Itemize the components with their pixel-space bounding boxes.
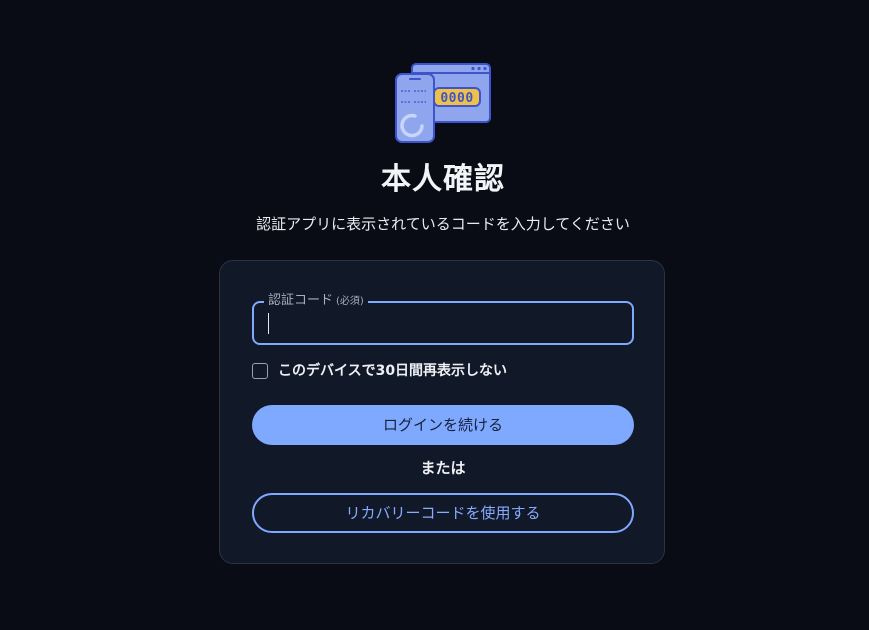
auth-code-label-text: 認証コード [268, 293, 334, 308]
page-title: 本人確認 [381, 162, 505, 197]
or-separator: または [420, 459, 466, 477]
phone-and-browser-code-icon: 0000 [395, 63, 491, 143]
use-recovery-code-button[interactable]: リカバリーコードを使用する [252, 493, 634, 533]
svg-text:0000: 0000 [440, 91, 473, 106]
auth-code-input[interactable] [266, 309, 616, 337]
remember-device-checkbox[interactable] [252, 363, 268, 379]
auth-code-field[interactable]: 認証コード (必須) [252, 292, 634, 345]
verification-page: 0000 本人確認 認証アプリに表示されているコードを入力してください 認証コー… [0, 0, 869, 630]
required-indicator: (必須) [336, 296, 364, 307]
verification-card: 認証コード (必須) このデバイスで30日間再表示しない ログインを続ける または… [219, 260, 665, 564]
page-subtitle: 認証アプリに表示されているコードを入力してください [256, 215, 630, 233]
remember-device-option[interactable]: このデバイスで30日間再表示しない [252, 361, 507, 381]
remember-device-label[interactable]: このデバイスで30日間再表示しない [278, 361, 507, 381]
text-caret [268, 313, 269, 334]
continue-login-button[interactable]: ログインを続ける [252, 405, 634, 445]
